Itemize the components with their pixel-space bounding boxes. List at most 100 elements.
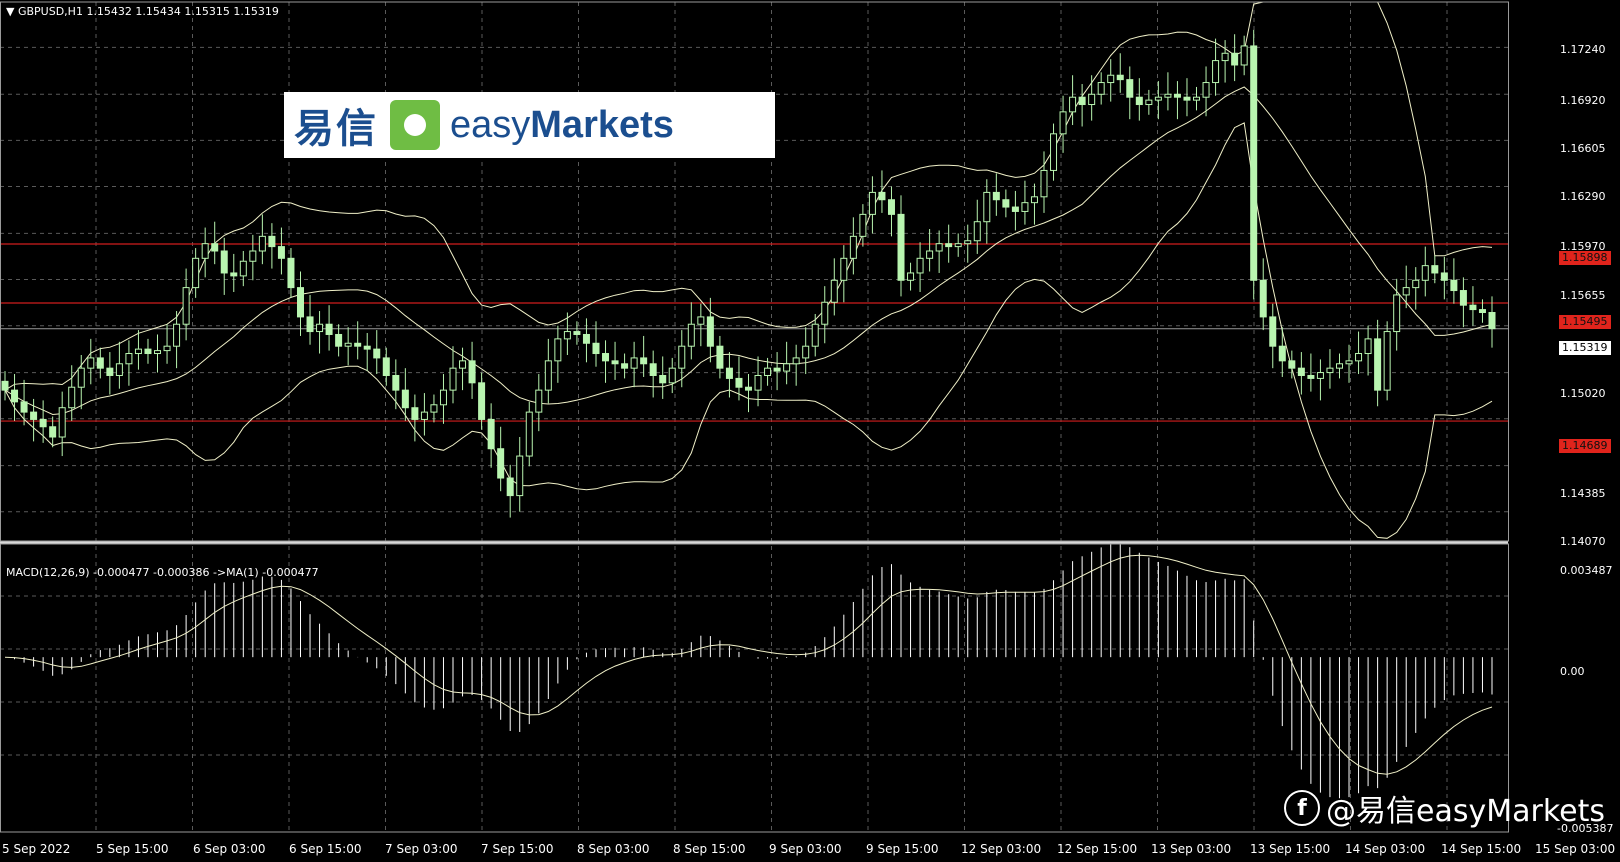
candle-body (249, 250, 257, 262)
candle-body (1393, 294, 1401, 333)
candle-body (201, 243, 209, 259)
candle-body (1202, 82, 1210, 98)
candle-body (1078, 96, 1086, 106)
time-label: 13 Sep 15:00 (1250, 842, 1331, 856)
candle-body (544, 360, 552, 391)
candle-body (592, 342, 600, 355)
candle-body (811, 323, 819, 347)
candle-body (449, 367, 457, 391)
candle-body (1450, 279, 1458, 292)
candle-body (173, 323, 181, 347)
time-label: 6 Sep 15:00 (289, 842, 362, 856)
candle-body (706, 316, 714, 347)
candle-body (77, 367, 85, 388)
support-price-tag: 1.14689 (1559, 439, 1611, 453)
candle-body (1126, 79, 1134, 98)
candle-body (1011, 206, 1019, 212)
candle-body (192, 257, 200, 289)
candle-body (1374, 338, 1382, 391)
candle-body (154, 350, 162, 355)
candle-body (506, 477, 514, 497)
candle-body (239, 260, 247, 277)
candle-body (11, 389, 19, 403)
candle-body (1164, 93, 1172, 98)
logo-cn-text: 易信 (294, 106, 378, 152)
candle-body (1259, 279, 1267, 318)
candle-body (1335, 363, 1343, 369)
candle-body (1231, 52, 1239, 66)
candle-body (258, 235, 266, 252)
candle-body (792, 357, 800, 365)
chart-canvas[interactable] (0, 0, 1620, 862)
candle-body (1269, 316, 1277, 347)
candle-body (439, 389, 447, 406)
price-label: 1.15020 (1560, 387, 1606, 400)
candle-body (1040, 169, 1048, 198)
candle-body (1002, 199, 1010, 208)
symbol-info: GBPUSD,H1 1.15432 1.15434 1.15315 1.1531… (17, 5, 279, 18)
candle-body (230, 272, 238, 277)
candle-body (840, 257, 848, 281)
candle-body (335, 333, 343, 347)
time-label: 7 Sep 03:00 (385, 842, 458, 856)
candle-body (268, 235, 276, 248)
watermark: f @易信easyMarkets (1284, 786, 1605, 830)
candle-body (316, 323, 324, 333)
candle-body (68, 386, 76, 409)
candle-body (773, 367, 781, 372)
price-label: 1.17240 (1560, 43, 1606, 56)
price-label: 1.14385 (1560, 487, 1606, 500)
candle-body (764, 367, 772, 376)
candle-body (58, 407, 66, 438)
price-label: 1.15655 (1560, 289, 1606, 302)
time-label: 15 Sep 03:00 (1535, 842, 1616, 856)
candle-body (1250, 45, 1258, 281)
logo-en-text: easyMarkets (450, 103, 674, 146)
candle-body (468, 360, 476, 384)
candle-body (1193, 96, 1201, 101)
candle-body (420, 411, 428, 420)
candle-body (306, 316, 314, 333)
candle-body (830, 279, 838, 303)
candle-body (296, 287, 304, 318)
time-label: 9 Sep 15:00 (866, 842, 939, 856)
candle-body (459, 360, 467, 369)
price-label: 1.16605 (1560, 142, 1606, 155)
candle-body (1307, 374, 1315, 379)
candle-body (411, 407, 419, 420)
candle-body (1278, 345, 1286, 362)
candle-body (582, 333, 590, 344)
time-label: 8 Sep 03:00 (577, 842, 650, 856)
candle-body (1107, 74, 1115, 84)
candle-body (611, 360, 619, 365)
candle-body (916, 257, 924, 274)
candle-body (630, 357, 638, 369)
candle-body (964, 240, 972, 245)
time-label: 9 Sep 03:00 (769, 842, 842, 856)
candle-body (106, 367, 114, 376)
candle-body (649, 363, 657, 376)
candle-body (144, 348, 152, 355)
time-label: 12 Sep 03:00 (961, 842, 1042, 856)
candle-body (1145, 99, 1153, 106)
candle-body (20, 401, 28, 413)
candle-body (49, 426, 57, 438)
candle-body (878, 191, 886, 201)
candle-body (687, 323, 695, 347)
candle-body (1221, 52, 1229, 62)
time-label: 6 Sep 03:00 (193, 842, 266, 856)
candle-body (602, 353, 610, 362)
candle-body (1240, 45, 1248, 66)
triangle-down-icon[interactable]: ▼ (6, 5, 14, 18)
candle-body (897, 213, 905, 281)
candle-body (783, 363, 791, 372)
candle-body (1440, 272, 1448, 281)
macd-signal-line (4, 554, 1493, 775)
candle-body (907, 272, 915, 281)
easymarkets-logo: 易信 easyMarkets (284, 92, 775, 158)
candle-body (926, 250, 934, 259)
candle-body (39, 418, 47, 428)
candle-body (287, 257, 295, 289)
candle-body (211, 243, 219, 252)
candle-body (487, 418, 495, 450)
